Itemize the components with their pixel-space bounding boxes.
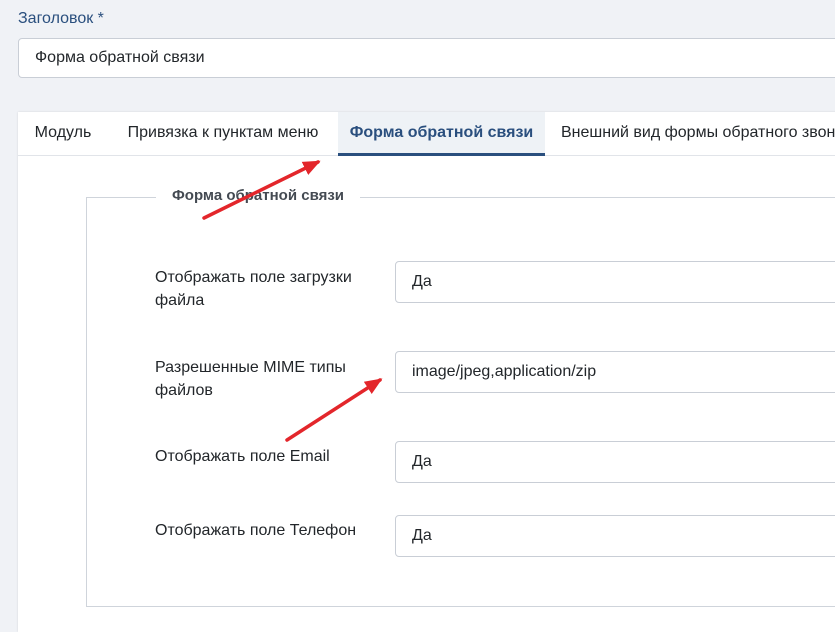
module-settings-card: Модуль Привязка к пунктам меню Форма обр… [18, 112, 835, 632]
label-show-file-upload: Отображать поле загрузки файла [155, 269, 352, 309]
tab-feedback-form[interactable]: Форма обратной связи [338, 112, 545, 156]
tab-menu-assignment[interactable]: Привязка к пунктам меню [108, 112, 338, 155]
input-allowed-mime-types[interactable]: image/jpeg,application/zip [395, 351, 835, 393]
label-show-email: Отображать поле Email [155, 448, 330, 465]
title-label: Заголовок * [18, 10, 104, 27]
tab-callback-form-appearance[interactable]: Внешний вид формы обратного звонка [561, 112, 835, 155]
select-show-file-upload[interactable]: Да [395, 261, 835, 303]
label-allowed-mime-types: Разрешенные MIME типы файлов [155, 359, 346, 399]
select-show-email[interactable]: Да [395, 441, 835, 483]
title-input[interactable]: Форма обратной связи [18, 38, 835, 78]
tab-module[interactable]: Модуль [18, 112, 108, 155]
fieldset-legend: Форма обратной связи [156, 187, 361, 204]
label-show-phone: Отображать поле Телефон [155, 522, 357, 539]
tab-bar: Модуль Привязка к пунктам меню Форма обр… [18, 112, 835, 156]
select-show-phone[interactable]: Да [395, 515, 835, 557]
